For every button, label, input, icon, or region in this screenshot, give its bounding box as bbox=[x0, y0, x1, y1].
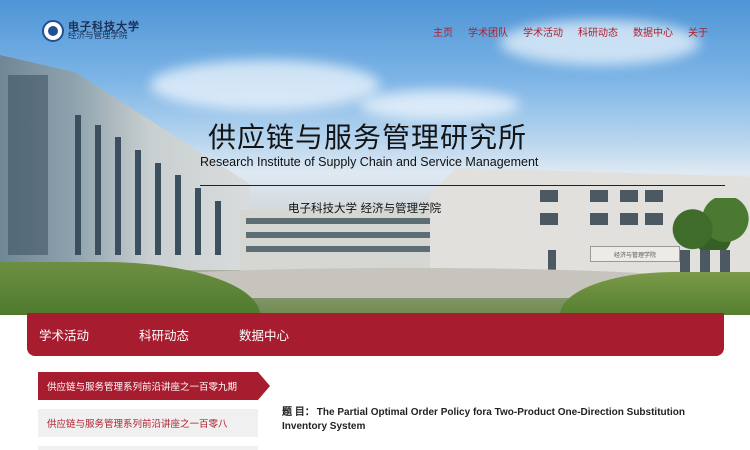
building-center bbox=[240, 210, 440, 272]
sidebar-item-next[interactable] bbox=[38, 446, 258, 450]
nav-home[interactable]: 主页 bbox=[433, 24, 453, 39]
building-sign: 经济与管理学院 bbox=[590, 246, 680, 262]
school-logo[interactable]: 电子科技大学 经济与管理学院 bbox=[42, 20, 140, 42]
nav-data-center[interactable]: 数据中心 bbox=[633, 24, 673, 39]
lecture-detail: 题 目： The Partial Optimal Order Policy for… bbox=[282, 406, 722, 434]
section-tab-academic-activities[interactable]: 学术活动 bbox=[39, 325, 139, 344]
sidebar-item-lecture-108[interactable]: 供应链与服务管理系列前沿讲座之一百零八 bbox=[38, 409, 258, 437]
title-divider bbox=[200, 185, 725, 186]
nav-academic-team[interactable]: 学术团队 bbox=[468, 24, 508, 39]
section-tab-research-news[interactable]: 科研动态 bbox=[139, 325, 239, 344]
section-nav: 学术活动 科研动态 数据中心 bbox=[27, 313, 724, 356]
lecture-title: The Partial Optimal Order Policy fora Tw… bbox=[282, 407, 685, 432]
trees bbox=[668, 198, 750, 250]
cloud bbox=[150, 60, 380, 110]
institute-title-zh: 供应链与服务管理研究所 bbox=[208, 121, 528, 154]
logo-school-name: 经济与管理学院 bbox=[68, 31, 128, 42]
nav-research-news[interactable]: 科研动态 bbox=[578, 24, 618, 39]
main-nav: 主页 学术团队 学术活动 科研动态 数据中心 关于 bbox=[433, 24, 708, 39]
hero-banner: 经济与管理学院 电子科技大学 经济与管理学院 主页 学术团队 学术活动 科研动态… bbox=[0, 0, 750, 315]
lecture-title-label: 题 目： bbox=[282, 407, 315, 418]
nav-about[interactable]: 关于 bbox=[688, 24, 708, 39]
sidebar: 供应链与服务管理系列前沿讲座之一百零九期 供应链与服务管理系列前沿讲座之一百零八 bbox=[38, 372, 270, 450]
institute-subtitle: 电子科技大学 经济与管理学院 bbox=[288, 201, 442, 215]
university-emblem-icon bbox=[42, 20, 64, 42]
sidebar-item-lecture-109[interactable]: 供应链与服务管理系列前沿讲座之一百零九期 bbox=[38, 372, 270, 400]
section-tab-data-center[interactable]: 数据中心 bbox=[239, 325, 339, 344]
nav-academic-activities[interactable]: 学术活动 bbox=[523, 24, 563, 39]
institute-title-en: Research Institute of Supply Chain and S… bbox=[200, 155, 539, 169]
